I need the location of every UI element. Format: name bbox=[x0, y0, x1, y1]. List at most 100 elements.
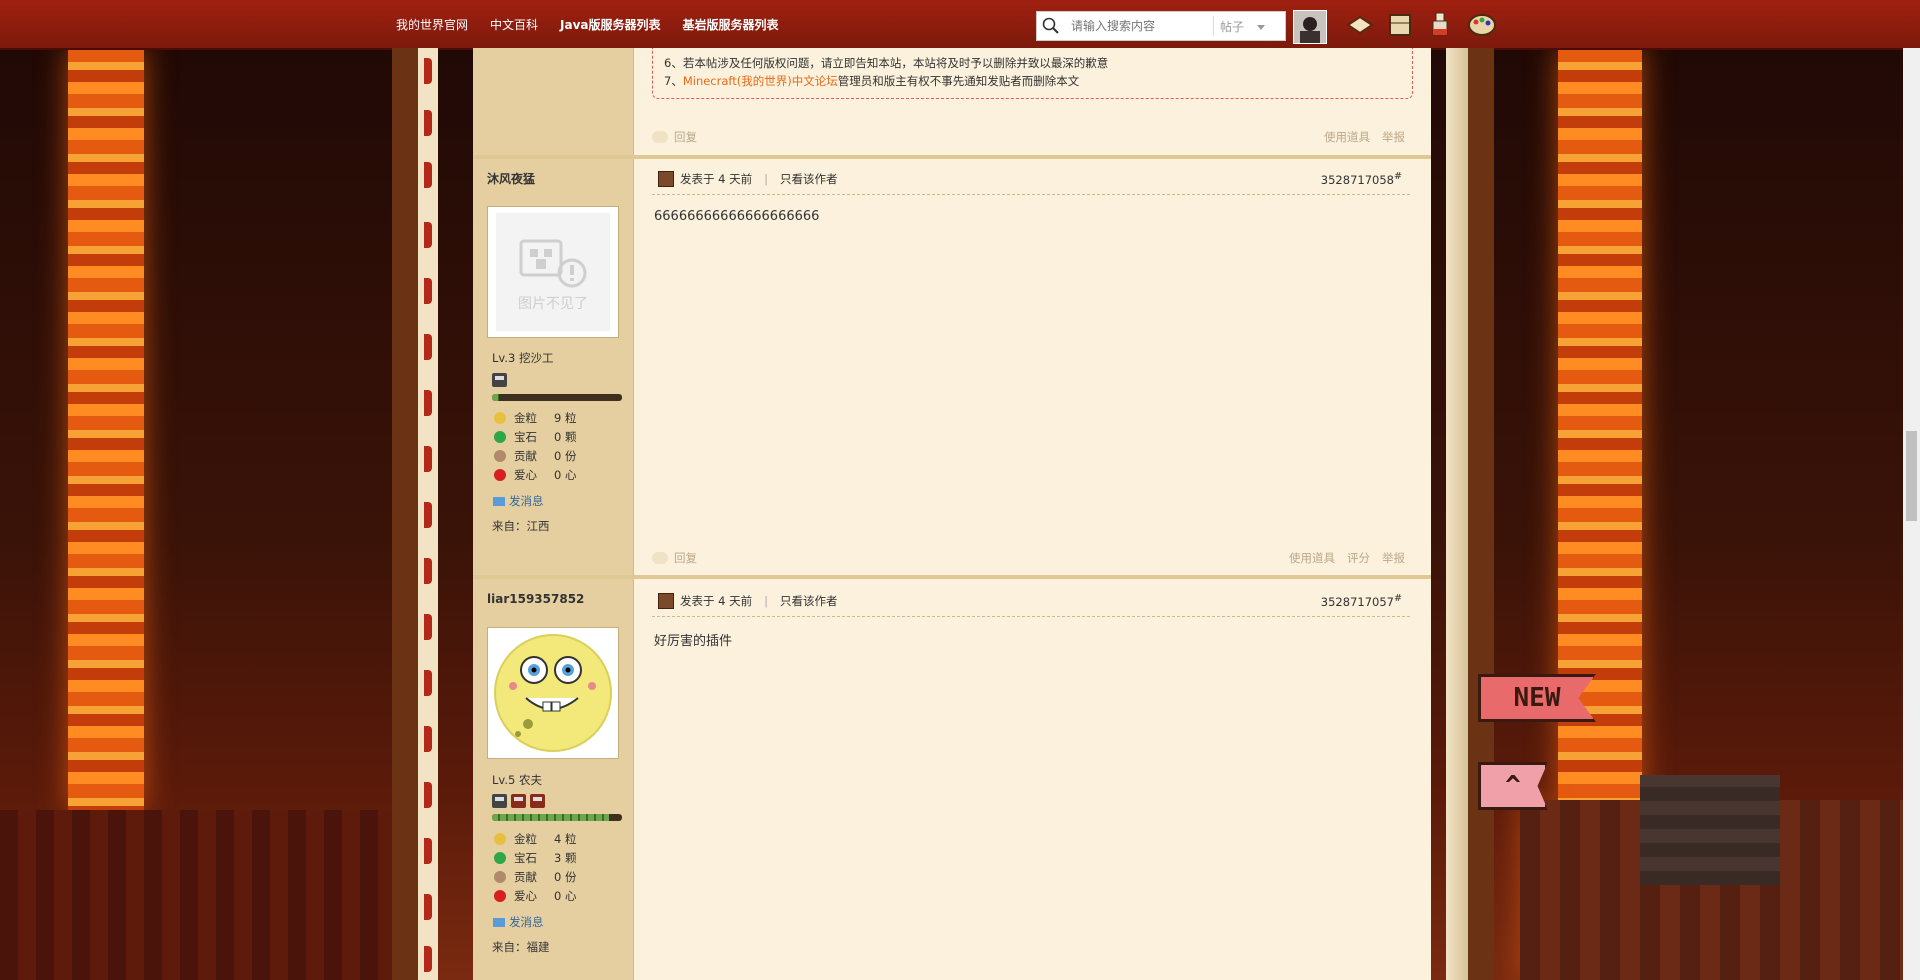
page-scrollbar[interactable] bbox=[1903, 48, 1920, 980]
search-scope-select[interactable]: 帖子 bbox=[1213, 16, 1273, 36]
stat-value: 9 粒 bbox=[554, 411, 577, 425]
only-author-link[interactable]: 只看该作者 bbox=[780, 593, 838, 609]
stat-value: 0 份 bbox=[554, 449, 577, 463]
nav-link-bedrock-servers[interactable]: 基岩版服务器列表 bbox=[683, 16, 779, 33]
stat-label: 宝石 bbox=[514, 851, 537, 865]
send-message-label: 发消息 bbox=[509, 494, 544, 508]
envelope-icon bbox=[493, 496, 505, 506]
search-input[interactable] bbox=[1065, 13, 1213, 39]
xp-progress-fill bbox=[492, 394, 499, 401]
forum-frame-left bbox=[392, 48, 418, 980]
nav-link-java-servers[interactable]: Java版服务器列表 bbox=[560, 16, 660, 33]
post-face-icon bbox=[658, 171, 674, 187]
stat-label: 贡献 bbox=[514, 449, 537, 463]
send-message-link[interactable]: 发消息 bbox=[493, 914, 544, 930]
post-author-avatar[interactable]: 图片不见了 bbox=[487, 206, 619, 338]
apple-icon bbox=[494, 469, 506, 481]
xp-progress-bar bbox=[492, 394, 622, 401]
search-icon[interactable] bbox=[1037, 12, 1065, 40]
post-author-avatar[interactable] bbox=[487, 627, 619, 759]
potion-icon[interactable] bbox=[1424, 10, 1456, 40]
use-tool-button[interactable]: 使用道具 bbox=[1324, 129, 1370, 145]
post-separator bbox=[473, 575, 1431, 579]
use-tool-button[interactable]: 使用道具 bbox=[1289, 550, 1335, 566]
rate-button[interactable]: 评分 bbox=[1347, 550, 1370, 566]
scrollbar-thumb[interactable] bbox=[1906, 431, 1917, 521]
notice-line-7: 7、Minecraft(我的世界)中文论坛管理员和版主有权不事先通知发贴者而删除… bbox=[664, 73, 1079, 89]
stat-label: 金粒 bbox=[514, 411, 537, 425]
user-avatar[interactable] bbox=[1293, 10, 1327, 44]
palette-icon[interactable] bbox=[1466, 10, 1498, 40]
forum-name-link[interactable]: Minecraft(我的世界)中文论坛 bbox=[683, 74, 838, 88]
emerald-icon bbox=[494, 431, 506, 443]
post-number[interactable]: 3528717057# bbox=[1321, 593, 1402, 609]
stat-label: 爱心 bbox=[514, 468, 537, 482]
stat-contribution: 贡献 0 份 bbox=[494, 869, 576, 885]
post-action-bar: 回复 使用道具 举报 bbox=[652, 129, 1405, 149]
post-header: 发表于 4 天前 | 只看该作者 3528717057# bbox=[652, 590, 1410, 617]
stat-contribution: 贡献 0 份 bbox=[494, 448, 576, 464]
stat-label: 宝石 bbox=[514, 430, 537, 444]
back-to-top-flag[interactable]: ^ bbox=[1478, 762, 1548, 810]
post-content: 66666666666666666666 bbox=[654, 209, 820, 224]
stone-block bbox=[1640, 775, 1780, 885]
new-flag-label: NEW bbox=[1513, 683, 1561, 713]
cookie-icon bbox=[494, 450, 506, 462]
post-header: 发表于 4 天前 | 只看该作者 3528717058# bbox=[652, 168, 1410, 195]
xp-progress-bar bbox=[492, 814, 622, 821]
notice-line-7-prefix: 7、 bbox=[664, 74, 683, 88]
minecart-medal-icon[interactable] bbox=[530, 794, 545, 808]
forum-frame-right bbox=[1468, 48, 1494, 980]
post-time: 发表于 4 天前 bbox=[680, 172, 753, 186]
send-message-link[interactable]: 发消息 bbox=[493, 493, 544, 509]
envelope-icon bbox=[493, 917, 505, 927]
send-message-label: 发消息 bbox=[509, 915, 544, 929]
only-author-link[interactable]: 只看该作者 bbox=[780, 171, 838, 187]
medal-list bbox=[492, 794, 545, 808]
apple-icon bbox=[494, 890, 506, 902]
stat-value: 0 心 bbox=[554, 889, 577, 903]
post-number-value: 3528717057 bbox=[1320, 594, 1394, 609]
search-box: 帖子 bbox=[1036, 11, 1286, 41]
box-icon[interactable] bbox=[1384, 10, 1416, 40]
stat-value: 3 颗 bbox=[554, 851, 577, 865]
stat-value: 0 份 bbox=[554, 870, 577, 884]
post-author-name[interactable]: liar159357852 bbox=[487, 592, 584, 606]
sidebar-divider bbox=[633, 48, 634, 980]
notice-line-7-suffix: 管理员和版主有权不事先通知发贴者而删除本文 bbox=[837, 74, 1080, 88]
reply-button[interactable]: 回复 bbox=[652, 129, 697, 145]
medal-list bbox=[492, 373, 507, 387]
reply-icon bbox=[652, 552, 668, 564]
nav-link-official[interactable]: 我的世界官网 bbox=[396, 16, 468, 33]
stat-label: 爱心 bbox=[514, 889, 537, 903]
nav-link-wiki[interactable]: 中文百科 bbox=[490, 16, 538, 33]
reply-label: 回复 bbox=[674, 130, 697, 144]
report-button[interactable]: 举报 bbox=[1382, 129, 1405, 145]
user-location: 来自：福建 bbox=[492, 940, 550, 954]
stat-value: 0 颗 bbox=[554, 430, 577, 444]
nav-links: 我的世界官网 中文百科 Java版服务器列表 基岩版服务器列表 bbox=[396, 0, 779, 48]
stat-gold: 金粒 9 粒 bbox=[494, 410, 576, 426]
divider: | bbox=[764, 172, 769, 186]
gold-nugget-icon bbox=[494, 833, 506, 845]
stat-gem: 宝石 0 颗 bbox=[494, 429, 576, 445]
reply-button[interactable]: 回复 bbox=[652, 550, 697, 566]
message-icon[interactable] bbox=[1344, 10, 1376, 40]
minecart-medal-icon[interactable] bbox=[492, 373, 507, 387]
reply-label: 回复 bbox=[674, 551, 697, 565]
post-author-name[interactable]: 沐风夜猛 bbox=[487, 170, 535, 187]
minecart-medal-icon[interactable] bbox=[511, 794, 526, 808]
emerald-icon bbox=[494, 852, 506, 864]
stat-value: 4 粒 bbox=[554, 832, 577, 846]
minecart-medal-icon[interactable] bbox=[492, 794, 507, 808]
reply-icon bbox=[652, 131, 668, 143]
avatar-missing-text: 图片不见了 bbox=[518, 296, 588, 312]
stat-gold: 金粒 4 粒 bbox=[494, 831, 576, 847]
stat-label: 贡献 bbox=[514, 870, 537, 884]
post-action-bar: 回复 使用道具 评分 举报 bbox=[652, 550, 1405, 570]
notice-line-6: 6、若本帖涉及任何版权问题，请立即告知本站，本站将及时予以删除并致以最深的歉意 bbox=[664, 56, 1109, 70]
report-button[interactable]: 举报 bbox=[1382, 550, 1405, 566]
search-scope-label: 帖子 bbox=[1220, 19, 1245, 34]
post-number[interactable]: 3528717058# bbox=[1321, 171, 1402, 187]
netherrack-ground-left bbox=[0, 810, 420, 980]
